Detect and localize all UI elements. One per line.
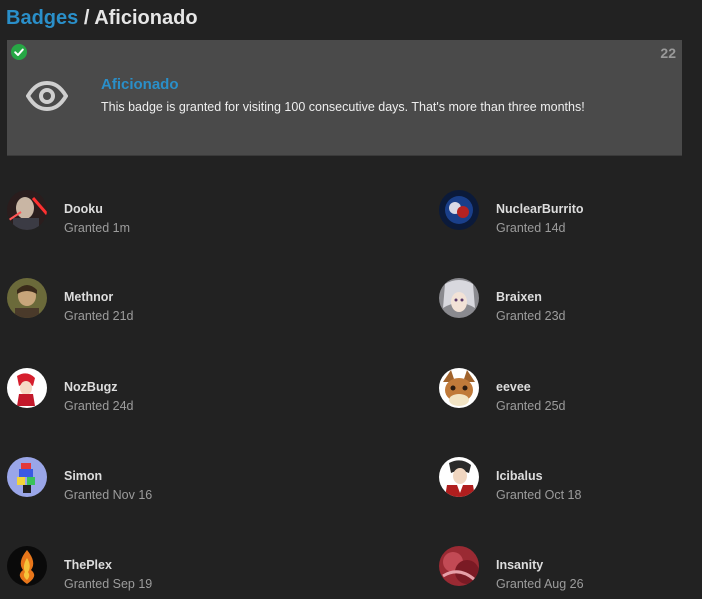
grant-username[interactable]: Methnor (64, 290, 113, 304)
grant-time: Granted Aug 26 (496, 577, 584, 591)
avatar[interactable] (439, 278, 479, 318)
eye-icon (25, 80, 69, 112)
grant-username[interactable]: eevee (496, 380, 531, 394)
grant-time: Granted 25d (496, 399, 566, 413)
badge-title-link[interactable]: Aficionado (101, 76, 179, 93)
check-circle-icon (11, 44, 27, 60)
page-title: Aficionado (94, 7, 198, 29)
badge-description: This badge is granted for visiting 100 c… (101, 100, 585, 114)
badge-card: 22 Aficionado This badge is granted for … (7, 40, 682, 156)
avatar[interactable] (7, 546, 47, 586)
grant-time: Granted Nov 16 (64, 488, 153, 502)
avatar[interactable] (7, 278, 47, 318)
grant-item-nuclearburrito: NuclearBurrito Granted 14d (439, 190, 689, 240)
breadcrumb: Badges / Aficionado (6, 5, 198, 31)
grant-username[interactable]: Insanity (496, 558, 543, 572)
breadcrumb-separator: / (83, 7, 90, 29)
grant-item-simon: Simon Granted Nov 16 (7, 457, 257, 507)
grant-item-icibalus: Icibalus Granted Oct 18 (439, 457, 689, 507)
grant-time: Granted 14d (496, 221, 566, 235)
avatar[interactable] (439, 546, 479, 586)
grant-item-methnor: Methnor Granted 21d (7, 278, 257, 328)
grant-username[interactable]: NuclearBurrito (496, 202, 584, 216)
grant-time: Granted Sep 19 (64, 577, 153, 591)
breadcrumb-badges-link[interactable]: Badges (6, 7, 78, 29)
avatar[interactable] (439, 457, 479, 497)
grant-username[interactable]: NozBugz (64, 380, 117, 394)
grant-time: Granted 1m (64, 221, 131, 235)
grant-username[interactable]: Braixen (496, 290, 542, 304)
grant-item-eevee: eevee Granted 25d (439, 368, 689, 418)
grant-username[interactable]: Dooku (64, 202, 103, 216)
badge-grant-count: 22 (660, 45, 676, 61)
avatar[interactable] (7, 190, 47, 230)
avatar[interactable] (7, 457, 47, 497)
grant-time: Granted 24d (64, 399, 134, 413)
grant-username[interactable]: Icibalus (496, 469, 543, 483)
avatar[interactable] (439, 368, 479, 408)
grant-time: Granted 21d (64, 309, 134, 323)
grant-item-dooku: Dooku Granted 1m (7, 190, 257, 240)
grant-item-braixen: Braixen Granted 23d (439, 278, 689, 328)
avatar[interactable] (439, 190, 479, 230)
grant-item-theplex: ThePlex Granted Sep 19 (7, 546, 257, 596)
grant-time: Granted Oct 18 (496, 488, 582, 502)
grant-username[interactable]: Simon (64, 469, 102, 483)
grant-username[interactable]: ThePlex (64, 558, 112, 572)
avatar[interactable] (7, 368, 47, 408)
grant-time: Granted 23d (496, 309, 566, 323)
grant-item-insanity: Insanity Granted Aug 26 (439, 546, 689, 596)
badge-page: Badges / Aficionado 22 Aficionado This b… (0, 0, 702, 599)
grant-item-nozbugz: NozBugz Granted 24d (7, 368, 257, 418)
